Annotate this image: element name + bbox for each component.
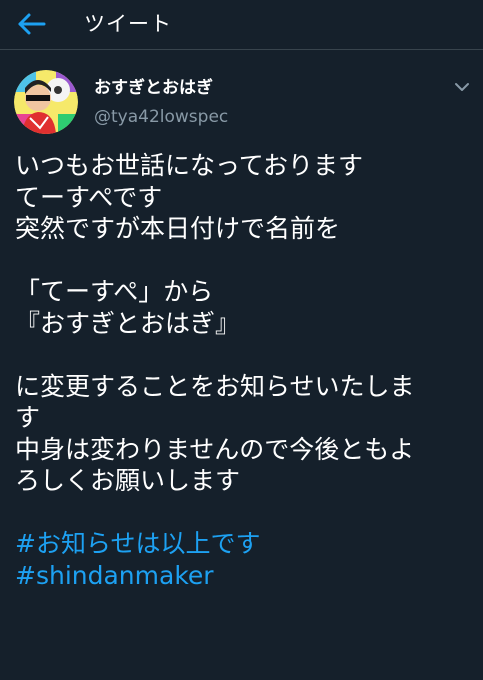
arrow-left-icon <box>18 13 46 35</box>
avatar-image <box>14 70 78 134</box>
tweet-line: 「てーすぺ」から <box>15 277 214 306</box>
tweet-line: てーすぺです <box>15 182 163 212</box>
hashtag-link[interactable]: #shindanmaker <box>15 560 475 592</box>
top-app-bar: ツイート <box>0 0 483 50</box>
display-name[interactable]: おすぎとおはぎ <box>94 77 213 99</box>
tweet-line: 中身は変わりませんので今後ともよ <box>15 434 415 464</box>
user-handle[interactable]: @tya42lowspec <box>94 106 228 128</box>
tweet-line: す <box>15 403 41 432</box>
tweet-line: いつもお世話になっております <box>15 151 364 180</box>
tweet-line: 突然ですが本日付けで名前を <box>15 214 341 243</box>
tweet-line: に変更することをお知らせいたしま <box>15 371 415 401</box>
tweet-text: いつもお世話になっております てーすぺです 突然ですが本日付けで名前を 「てーす… <box>15 150 475 591</box>
tweet-line: 『おすぎとおはぎ』 <box>15 308 241 338</box>
back-button[interactable] <box>14 8 50 40</box>
hashtag-link[interactable]: #お知らせは以上です <box>15 528 475 560</box>
avatar[interactable] <box>14 70 78 134</box>
tweet-detail: おすぎとおはぎ @tya42lowspec いつもお世話になっております てーす… <box>0 50 483 680</box>
page-title: ツイート <box>84 12 172 36</box>
chevron-down-icon <box>455 83 469 91</box>
more-options-button[interactable] <box>451 78 473 96</box>
tweet-line: ろしくお願いします <box>15 466 241 495</box>
